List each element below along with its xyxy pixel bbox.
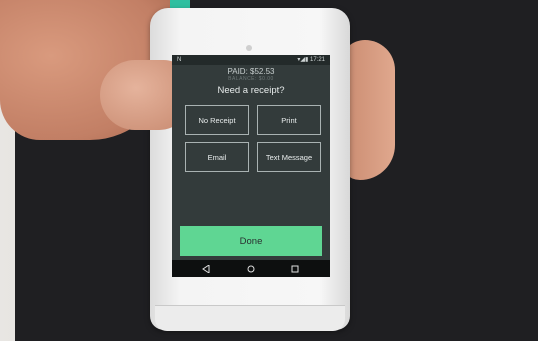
terminal-screen: N ▾◢▮ 17:21 PAID: $52.53 BALANCE: $0.00 … bbox=[172, 55, 330, 277]
email-button[interactable]: Email bbox=[185, 142, 249, 172]
photo-background: N ▾◢▮ 17:21 PAID: $52.53 BALANCE: $0.00 … bbox=[0, 0, 538, 341]
back-icon[interactable] bbox=[200, 263, 212, 274]
paid-amount: PAID: $52.53 bbox=[227, 67, 275, 76]
status-bar: N ▾◢▮ 17:21 bbox=[172, 55, 330, 65]
android-nav-bar bbox=[172, 260, 330, 277]
balance-amount: BALANCE: $0.00 bbox=[228, 76, 274, 82]
status-indicators: ▾◢▮ 17:21 bbox=[297, 57, 325, 63]
print-button[interactable]: Print bbox=[257, 105, 321, 135]
text-message-button[interactable]: Text Message bbox=[257, 142, 321, 172]
receipt-prompt: Need a receipt? bbox=[217, 85, 285, 96]
home-icon[interactable] bbox=[245, 263, 257, 274]
done-button[interactable]: Done bbox=[180, 226, 322, 256]
terminal-base bbox=[155, 305, 345, 331]
recents-icon[interactable] bbox=[289, 263, 301, 274]
no-receipt-button[interactable]: No Receipt bbox=[185, 105, 249, 135]
camera-icon bbox=[246, 45, 252, 51]
notification-icon: N bbox=[177, 57, 182, 63]
